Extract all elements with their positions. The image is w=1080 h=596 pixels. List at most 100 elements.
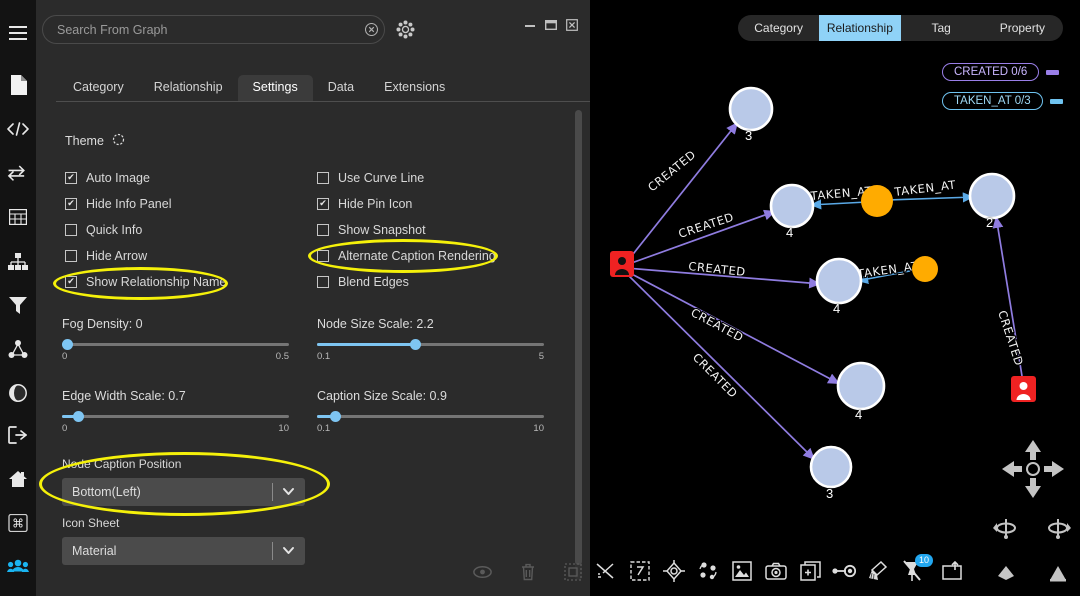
slider-track[interactable] <box>62 343 289 346</box>
tab-extensions[interactable]: Extensions <box>369 75 460 102</box>
filter-icon[interactable] <box>0 286 36 324</box>
duplicate-icon[interactable] <box>798 558 822 584</box>
theme-cycle-icon[interactable] <box>112 133 125 149</box>
table-icon[interactable] <box>0 198 36 236</box>
checkbox-quick-info[interactable]: Quick Info <box>65 223 142 237</box>
panel-scrollbar-thumb[interactable] <box>575 110 582 565</box>
theme-row[interactable]: Theme <box>65 133 125 149</box>
slider-track[interactable] <box>317 415 544 418</box>
chevron-down-icon[interactable] <box>281 484 296 504</box>
globe-icon[interactable] <box>0 374 36 412</box>
checkbox-box[interactable] <box>317 250 329 262</box>
checkbox-label: Alternate Caption Rendering <box>338 249 496 263</box>
minimize-button[interactable] <box>524 19 536 31</box>
tab-category[interactable]: Category <box>58 75 139 102</box>
network-icon[interactable] <box>0 330 36 368</box>
checkbox-box[interactable] <box>65 172 77 184</box>
dropdown-control[interactable]: Bottom(Left) <box>62 478 305 506</box>
hierarchy-icon[interactable] <box>0 242 36 280</box>
tilt-down-icon[interactable] <box>992 563 1020 588</box>
rotate-left-icon[interactable] <box>992 517 1020 544</box>
tab-settings[interactable]: Settings <box>238 75 313 102</box>
dropdown-value: Material <box>62 544 116 558</box>
users-icon[interactable] <box>0 548 36 586</box>
slider-track[interactable] <box>62 415 289 418</box>
exchange-icon[interactable] <box>0 154 36 192</box>
checkbox-hide-arrow[interactable]: Hide Arrow <box>65 249 147 263</box>
dropdown-control[interactable]: Material <box>62 537 305 565</box>
checkbox-auto-image[interactable]: Auto Image <box>65 171 150 185</box>
checkbox-box[interactable] <box>65 250 77 262</box>
panel-scrollbar[interactable] <box>575 110 582 580</box>
center-focus-icon[interactable] <box>662 558 686 584</box>
checkbox-hide-pin-icon[interactable]: Hide Pin Icon <box>317 197 412 211</box>
home-icon[interactable] <box>0 460 36 498</box>
node-caption: 4 <box>833 301 840 316</box>
left-icon-rail: ⌘ <box>0 0 36 596</box>
checkbox-box[interactable] <box>317 276 329 288</box>
slider-thumb[interactable] <box>62 339 73 350</box>
slider-node-size-scale[interactable]: Node Size Scale: 2.2 0.1 5 <box>317 317 544 362</box>
slider-thumb[interactable] <box>410 339 421 350</box>
dropdown-icon-sheet: Icon Sheet Material <box>62 516 305 565</box>
checkbox-use-curve-line[interactable]: Use Curve Line <box>317 171 424 185</box>
node-caption: 4 <box>855 407 862 422</box>
eye-icon[interactable] <box>473 565 492 584</box>
document-icon[interactable] <box>0 66 36 104</box>
slider-edge-width-scale[interactable]: Edge Width Scale: 0.7 0 10 <box>62 389 289 434</box>
select-all-icon[interactable] <box>564 563 582 586</box>
trash-icon[interactable] <box>520 563 536 586</box>
checkbox-show-snapshot[interactable]: Show Snapshot <box>317 223 426 237</box>
slider-caption-size-scale[interactable]: Caption Size Scale: 0.9 0.1 10 <box>317 389 544 434</box>
image-icon[interactable] <box>730 558 754 584</box>
checkbox-hide-info-panel[interactable]: Hide Info Panel <box>65 197 171 211</box>
graph-canvas[interactable]: CREATED CREATED CREATED CREATED CREATED … <box>590 0 1080 596</box>
unpin-icon[interactable]: 10 <box>900 558 924 584</box>
cluster-icon[interactable] <box>696 558 720 584</box>
checkbox-label: Hide Pin Icon <box>338 197 412 211</box>
checkbox-blend-edges[interactable]: Blend Edges <box>317 275 409 289</box>
camera-icon[interactable] <box>764 558 788 584</box>
svg-text:CREATED: CREATED <box>690 350 741 401</box>
menu-icon[interactable] <box>0 14 36 52</box>
slider-label: Node Size Scale: 2.2 <box>317 317 544 331</box>
slider-min: 0 <box>62 423 67 434</box>
rotate-controls <box>992 517 1072 544</box>
checkbox-alternate-caption-rendering[interactable]: Alternate Caption Rendering <box>317 249 496 263</box>
close-button[interactable] <box>566 19 578 31</box>
checkbox-box[interactable] <box>65 224 77 236</box>
tilt-up-icon[interactable] <box>1044 563 1072 588</box>
checkbox-box[interactable] <box>317 198 329 210</box>
pan-control-pad <box>1002 440 1064 498</box>
fit-view-icon[interactable] <box>628 558 652 584</box>
slider-thumb[interactable] <box>330 411 341 422</box>
slider-thumb[interactable] <box>73 411 84 422</box>
tab-data[interactable]: Data <box>313 75 369 102</box>
checkbox-box[interactable] <box>317 172 329 184</box>
node-expand-icon[interactable] <box>832 558 856 584</box>
slider-track[interactable] <box>317 343 544 346</box>
maximize-button[interactable] <box>545 19 557 31</box>
checkbox-label: Blend Edges <box>338 275 409 289</box>
chevron-down-icon[interactable] <box>281 543 296 563</box>
logout-icon[interactable] <box>0 416 36 454</box>
checkbox-label: Show Relationship Name <box>86 275 226 289</box>
command-icon[interactable]: ⌘ <box>0 504 36 542</box>
checkbox-box[interactable] <box>317 224 329 236</box>
rotate-right-icon[interactable] <box>1044 517 1072 544</box>
code-icon[interactable] <box>0 110 36 148</box>
settings-gear-icon[interactable] <box>392 16 418 42</box>
search-input[interactable] <box>43 23 358 37</box>
node-caption: 2 <box>986 215 993 230</box>
broom-icon[interactable] <box>866 558 890 584</box>
tab-relationship[interactable]: Relationship <box>139 75 238 102</box>
dropdown-value: Bottom(Left) <box>62 485 141 499</box>
checkbox-box[interactable] <box>65 198 77 210</box>
cut-graph-icon[interactable] <box>594 558 618 584</box>
clear-search-icon[interactable] <box>358 15 384 44</box>
export-icon[interactable] <box>940 558 964 584</box>
slider-fog-density[interactable]: Fog Density: 0 0 0.5 <box>62 317 289 362</box>
checkbox-box[interactable] <box>65 276 77 288</box>
search-bar[interactable] <box>42 15 385 44</box>
checkbox-show-relationship-name[interactable]: Show Relationship Name <box>65 275 226 289</box>
